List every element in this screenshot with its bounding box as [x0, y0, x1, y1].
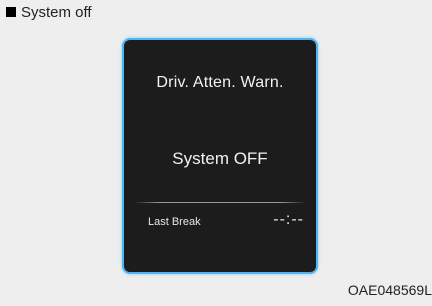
page: System off Driv. Atten. Warn. System OFF… — [0, 0, 432, 306]
section-heading-text: System off — [21, 3, 92, 21]
square-bullet-icon — [6, 7, 16, 17]
display-title: Driv. Atten. Warn. — [156, 74, 284, 91]
last-break-value: --:-- — [273, 211, 304, 228]
cluster-display-screen: Driv. Atten. Warn. System OFF Last Break… — [122, 38, 318, 274]
system-status: System OFF — [172, 149, 268, 168]
section-heading: System off — [6, 2, 92, 22]
last-break-label: Last Break — [148, 216, 201, 228]
figure-code: OAE048569L — [347, 282, 432, 298]
display-divider — [134, 202, 306, 203]
